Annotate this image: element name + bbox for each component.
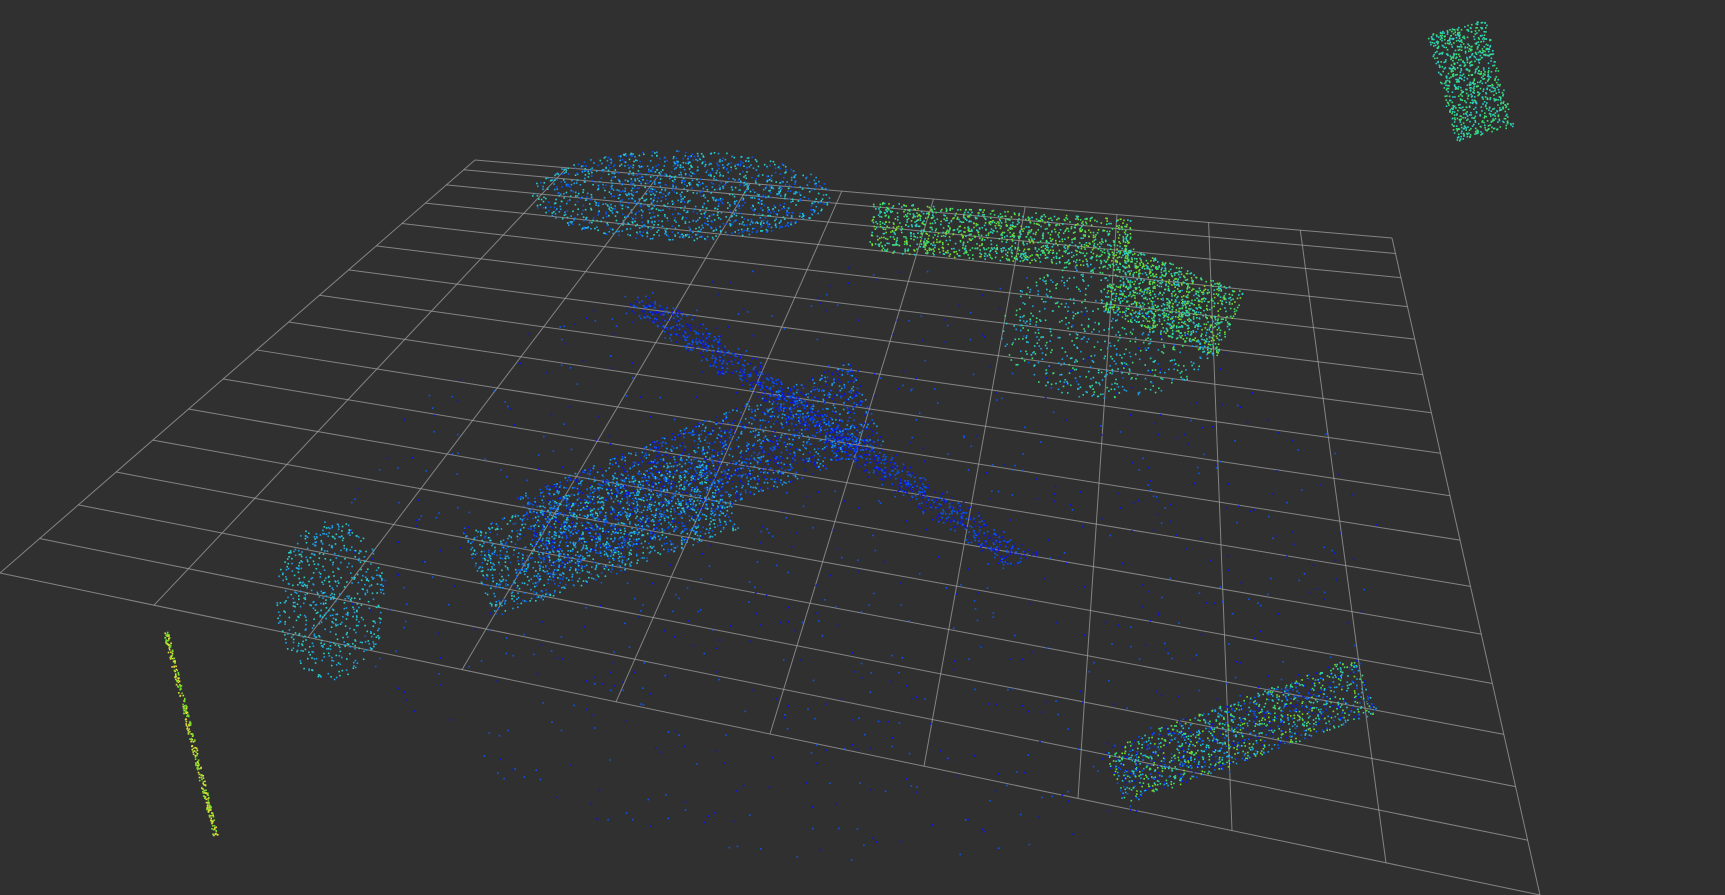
- point-cloud-scene[interactable]: [0, 0, 1725, 895]
- viewport-background: [0, 0, 1725, 895]
- 3d-viewport[interactable]: [0, 0, 1725, 895]
